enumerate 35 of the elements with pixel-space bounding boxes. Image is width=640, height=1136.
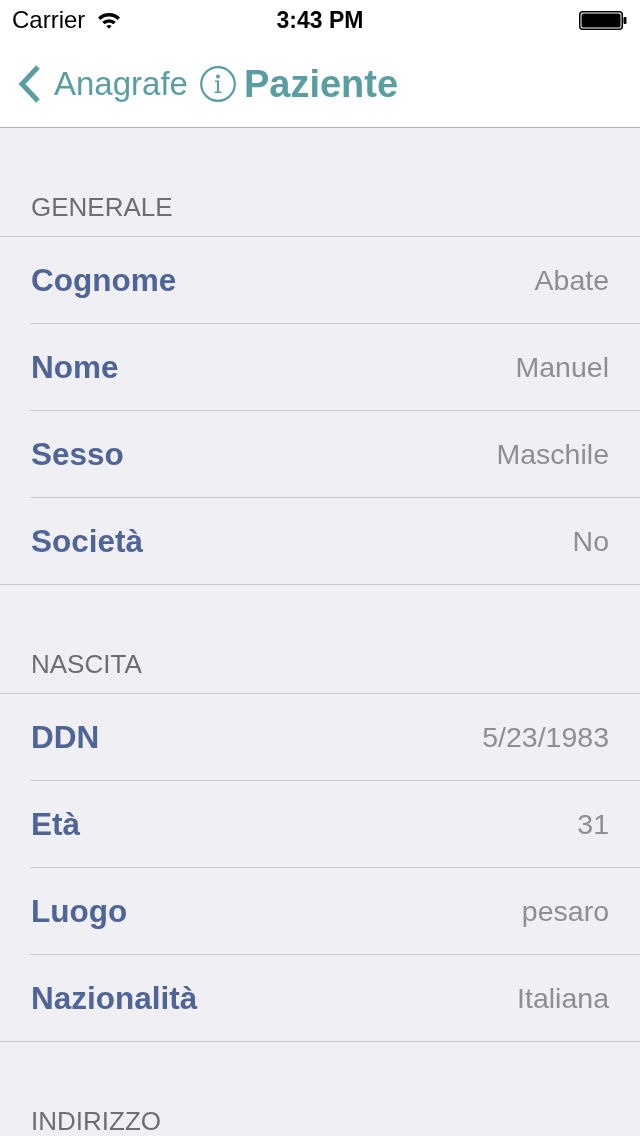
table-row[interactable]: Nazionalità Italiana [30, 955, 640, 1041]
table-row[interactable]: Sesso Maschile [30, 411, 640, 498]
section-header: GENERALE [31, 194, 173, 220]
field-value: 31 [577, 807, 609, 841]
field-label: Nazionalità [31, 979, 198, 1017]
field-value: 5/23/1983 [482, 720, 609, 754]
field-label: Età [31, 805, 81, 843]
field-value: Maschile [496, 437, 609, 471]
field-label: DDN [31, 718, 100, 756]
info-icon[interactable] [199, 65, 236, 102]
wifi-icon [97, 11, 122, 29]
field-value: No [572, 524, 609, 558]
status-time: 3:43 PM [276, 6, 364, 34]
battery-icon [579, 10, 627, 30]
section-header: INDIRIZZO [31, 1108, 161, 1134]
back-button[interactable]: Anagrafe [16, 63, 188, 104]
carrier-name: Carrier [12, 6, 86, 34]
field-label: Società [31, 522, 144, 560]
nav-title: Paziente [243, 61, 399, 106]
field-label: Luogo [31, 892, 128, 930]
chevron-left-icon [16, 63, 42, 104]
field-label: Sesso [31, 435, 124, 473]
table-row[interactable]: Cognome Abate [30, 237, 640, 324]
field-value: pesaro [521, 894, 609, 928]
table-row[interactable]: Età 31 [30, 781, 640, 868]
table-row[interactable]: Società No [30, 498, 640, 584]
table-row[interactable]: Luogo pesaro [30, 868, 640, 955]
field-value: Italiana [517, 981, 609, 1015]
field-label: Cognome [31, 261, 177, 299]
section-header: NASCITA [31, 651, 142, 677]
field-value: Manuel [515, 350, 609, 384]
table-row[interactable]: DDN 5/23/1983 [30, 694, 640, 781]
table-row[interactable]: Nome Manuel [30, 324, 640, 411]
field-value: Abate [534, 263, 609, 297]
field-label: Nome [31, 348, 119, 386]
